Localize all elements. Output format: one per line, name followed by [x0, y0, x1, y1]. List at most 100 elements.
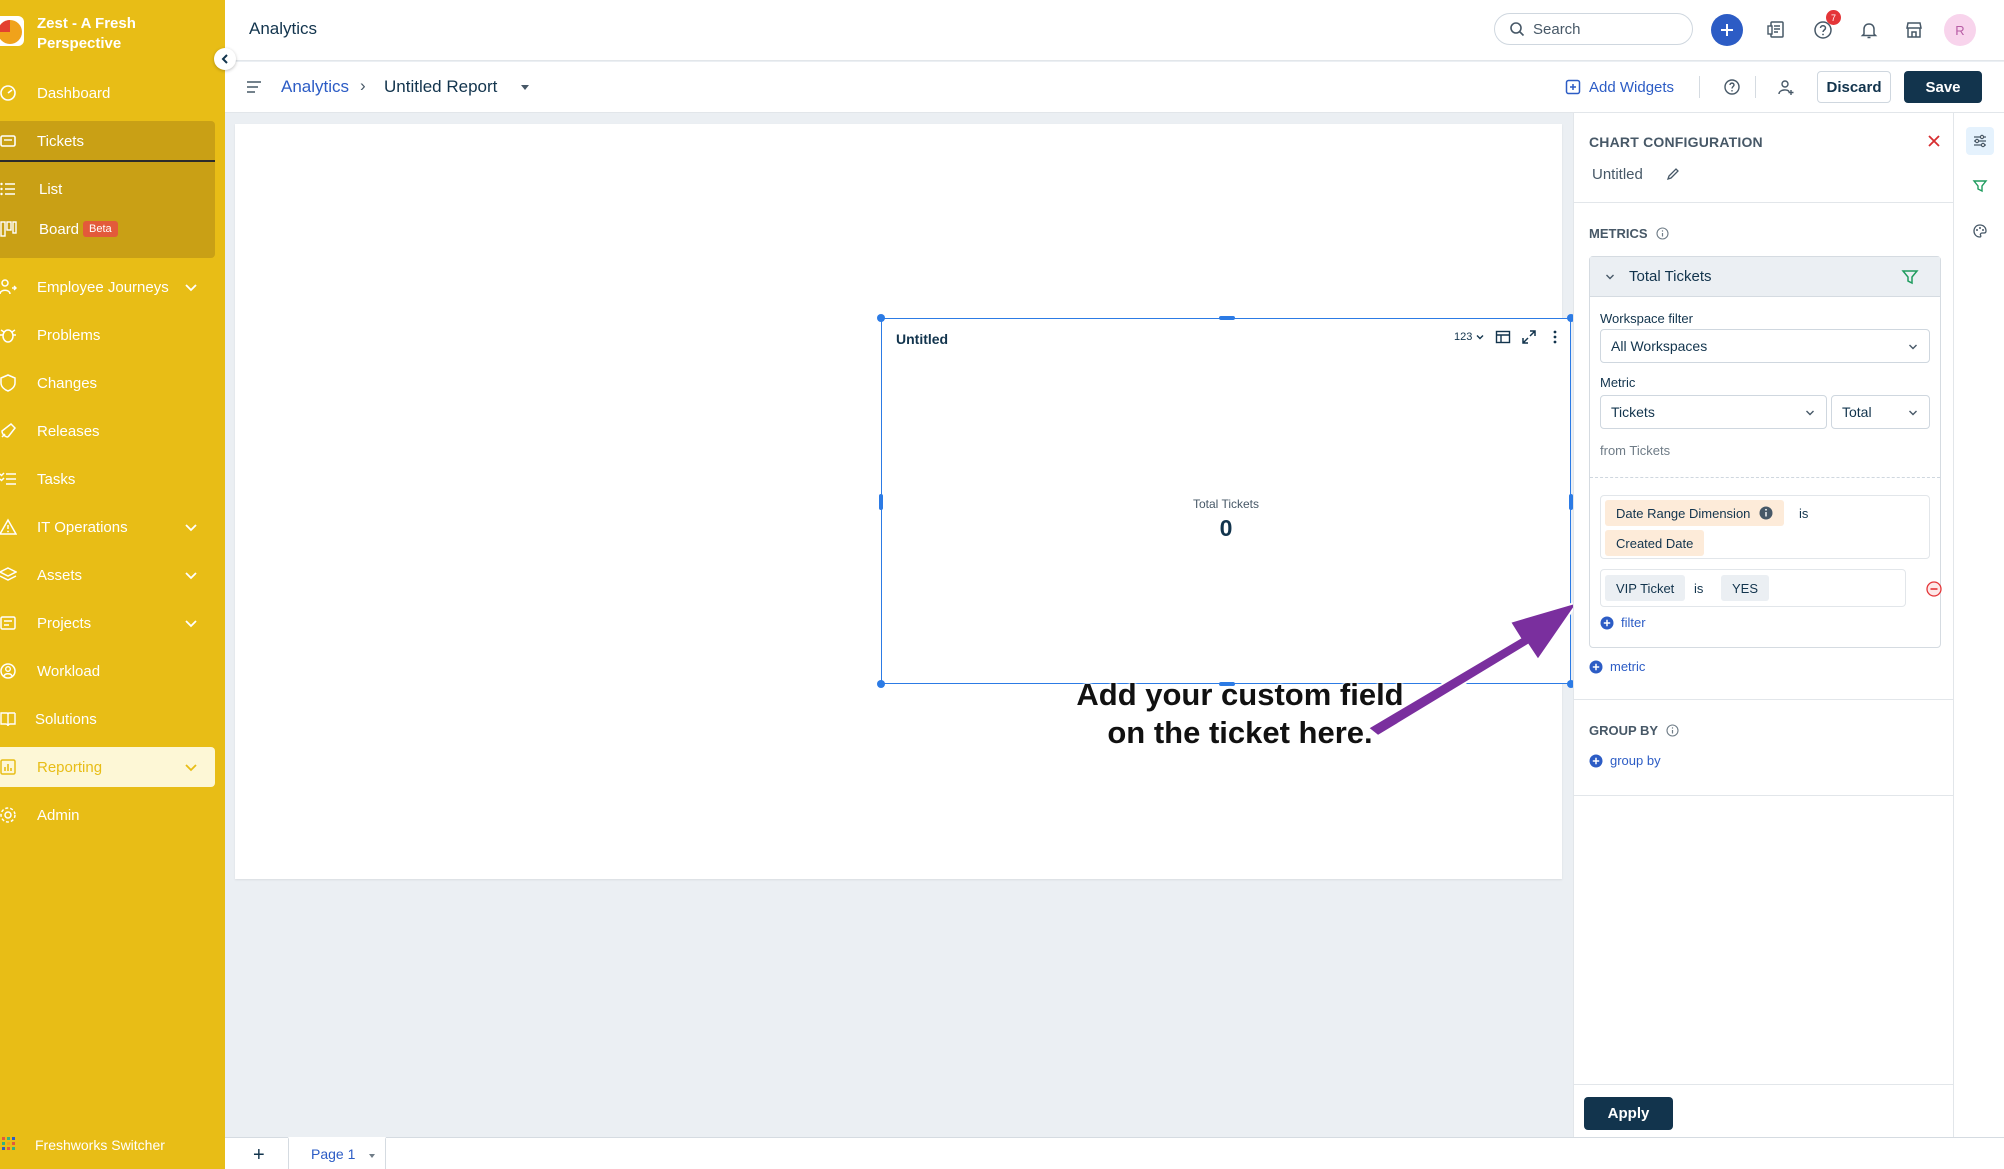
divider: [1574, 795, 1954, 796]
vip-ticket-condition[interactable]: VIP Ticket is YES: [1600, 569, 1906, 607]
avatar[interactable]: R: [1944, 14, 1976, 46]
breadcrumb-analytics[interactable]: Analytics: [281, 77, 349, 97]
sidebar: Zest - A Fresh Perspective Dashboard Tic…: [0, 0, 236, 1169]
sidebar-item-it-operations[interactable]: IT Operations: [0, 507, 215, 547]
brand[interactable]: Zest - A Fresh Perspective: [0, 10, 215, 56]
sidebar-item-employee-journeys[interactable]: Employee Journeys: [0, 267, 215, 307]
sidebar-item-list[interactable]: List: [0, 169, 215, 209]
metric-card: Total Tickets Workspace filter All Works…: [1589, 256, 1942, 648]
report-canvas[interactable]: Untitled 123 Total Tickets 0: [235, 124, 1575, 879]
panel-title: CHART CONFIGURATION: [1589, 134, 1763, 150]
filter-icon: [1972, 180, 1988, 193]
metric-field-label: Metric: [1600, 375, 1636, 390]
number-format-dropdown[interactable]: 123: [1454, 331, 1485, 343]
more-vertical-icon[interactable]: [1547, 329, 1563, 345]
page-tab[interactable]: Page 1: [288, 1137, 386, 1169]
table-view-icon[interactable]: [1495, 329, 1511, 345]
share-user-icon[interactable]: [1777, 78, 1795, 96]
date-range-condition[interactable]: Date Range Dimension is Created Date: [1600, 495, 1930, 559]
resize-handle-bottom-left[interactable]: [877, 680, 885, 688]
toolbar-divider: [1699, 76, 1700, 98]
apps-grid-icon: [2, 1137, 16, 1151]
metric-name: Total Tickets: [1629, 268, 1712, 285]
bell-icon: [1860, 23, 1878, 39]
resize-handle-left[interactable]: [879, 494, 883, 510]
requests-button[interactable]: [1760, 14, 1792, 46]
sidebar-item-tickets[interactable]: Tickets: [0, 121, 215, 161]
sidebar-item-changes[interactable]: Changes: [0, 363, 215, 403]
sidebar-item-board[interactable]: Board Beta: [0, 209, 215, 249]
help-button[interactable]: 7: [1807, 10, 1841, 46]
metric-value: Tickets: [1611, 404, 1655, 420]
notifications-button[interactable]: [1853, 14, 1885, 46]
workspace-filter-label: Workspace filter: [1600, 311, 1693, 326]
date-range-dimension-chip[interactable]: Date Range Dimension: [1605, 500, 1785, 526]
edit-pencil-icon[interactable]: [1666, 167, 1680, 181]
menu-icon[interactable]: [245, 78, 263, 96]
caret-down-icon[interactable]: [518, 80, 532, 94]
metric-select[interactable]: Tickets: [1600, 395, 1827, 429]
appearance-tab[interactable]: [1966, 217, 1994, 245]
apply-button[interactable]: Apply: [1584, 1097, 1673, 1130]
sidebar-item-dashboard[interactable]: Dashboard: [0, 73, 215, 113]
dashboard-icon: [0, 81, 20, 105]
sidebar-item-solutions[interactable]: Solutions: [0, 699, 215, 739]
brand-name: Zest - A Fresh Perspective: [37, 15, 136, 52]
metric-header[interactable]: Total Tickets: [1590, 257, 1940, 297]
marketplace-button[interactable]: [1898, 14, 1930, 46]
expand-icon[interactable]: [1521, 329, 1537, 345]
report-title[interactable]: Untitled Report: [384, 77, 497, 97]
workspace-filter-select[interactable]: All Workspaces: [1600, 329, 1930, 363]
vip-ticket-chip[interactable]: VIP Ticket: [1605, 575, 1686, 601]
sidebar-item-reporting[interactable]: Reporting: [0, 747, 215, 787]
add-metric-link[interactable]: metric: [1589, 659, 1645, 674]
help-icon[interactable]: [1723, 78, 1741, 96]
new-item-button[interactable]: [1711, 14, 1743, 46]
search-input[interactable]: Search: [1494, 13, 1693, 45]
configuration-tab[interactable]: [1966, 127, 1994, 155]
resize-handle-top-left[interactable]: [877, 314, 885, 322]
sidebar-item-label: Admin: [37, 806, 80, 824]
sidebar-item-admin[interactable]: Admin: [0, 795, 215, 835]
date-range-chip-label: Date Range Dimension: [1616, 505, 1751, 521]
annotation-callout: Add your custom field on the ticket here…: [1076, 677, 1404, 750]
sidebar-item-label: Workload: [37, 662, 101, 680]
discard-button[interactable]: Discard: [1817, 71, 1891, 103]
sidebar-item-label: IT Operations: [37, 518, 128, 536]
widget-title: Untitled: [896, 331, 949, 347]
sidebar-item-projects[interactable]: Projects: [0, 603, 215, 643]
collapse-sidebar-button[interactable]: [214, 48, 236, 70]
sidebar-item-releases[interactable]: Releases: [0, 411, 215, 451]
sidebar-item-label: Projects: [37, 614, 92, 632]
top-header: Analytics Search 7 R: [225, 0, 2004, 61]
add-page-button[interactable]: +: [253, 1144, 265, 1167]
created-date-chip[interactable]: Created Date: [1605, 530, 1705, 556]
add-widgets-button[interactable]: Add Widgets: [1565, 74, 1674, 100]
kpi-value: 0: [1219, 515, 1233, 541]
filters-tab[interactable]: [1966, 172, 1994, 200]
plus-circle-icon: [1589, 754, 1603, 767]
resize-handle-top[interactable]: [1219, 316, 1235, 320]
journey-icon: [0, 275, 20, 299]
board-icon: [0, 217, 20, 241]
filter-icon[interactable]: [1901, 268, 1919, 286]
save-button[interactable]: Save: [1904, 71, 1982, 103]
sidebar-item-workload[interactable]: Workload: [0, 651, 215, 691]
reporting-icon: [0, 755, 20, 779]
aggregation-select[interactable]: Total: [1831, 395, 1930, 429]
breadcrumb-separator: ›: [360, 76, 366, 95]
list-icon: [0, 177, 20, 201]
add-group-by-link[interactable]: group by: [1589, 753, 1661, 768]
sidebar-item-problems[interactable]: Problems: [0, 315, 215, 355]
close-icon[interactable]: [1927, 134, 1941, 148]
vip-value-chip[interactable]: YES: [1721, 575, 1770, 601]
remove-circle-icon[interactable]: [1926, 581, 1942, 597]
add-filter-label: filter: [1621, 615, 1646, 630]
sidebar-item-tasks[interactable]: Tasks: [0, 459, 215, 499]
sidebar-item-label: Reporting: [37, 758, 103, 776]
document-list-icon: [1767, 21, 1784, 38]
sidebar-item-assets[interactable]: Assets: [0, 555, 215, 595]
freshworks-switcher[interactable]: Freshworks Switcher: [0, 1132, 215, 1158]
metric-source: from Tickets: [1600, 443, 1671, 458]
add-filter-link[interactable]: filter: [1600, 615, 1646, 630]
